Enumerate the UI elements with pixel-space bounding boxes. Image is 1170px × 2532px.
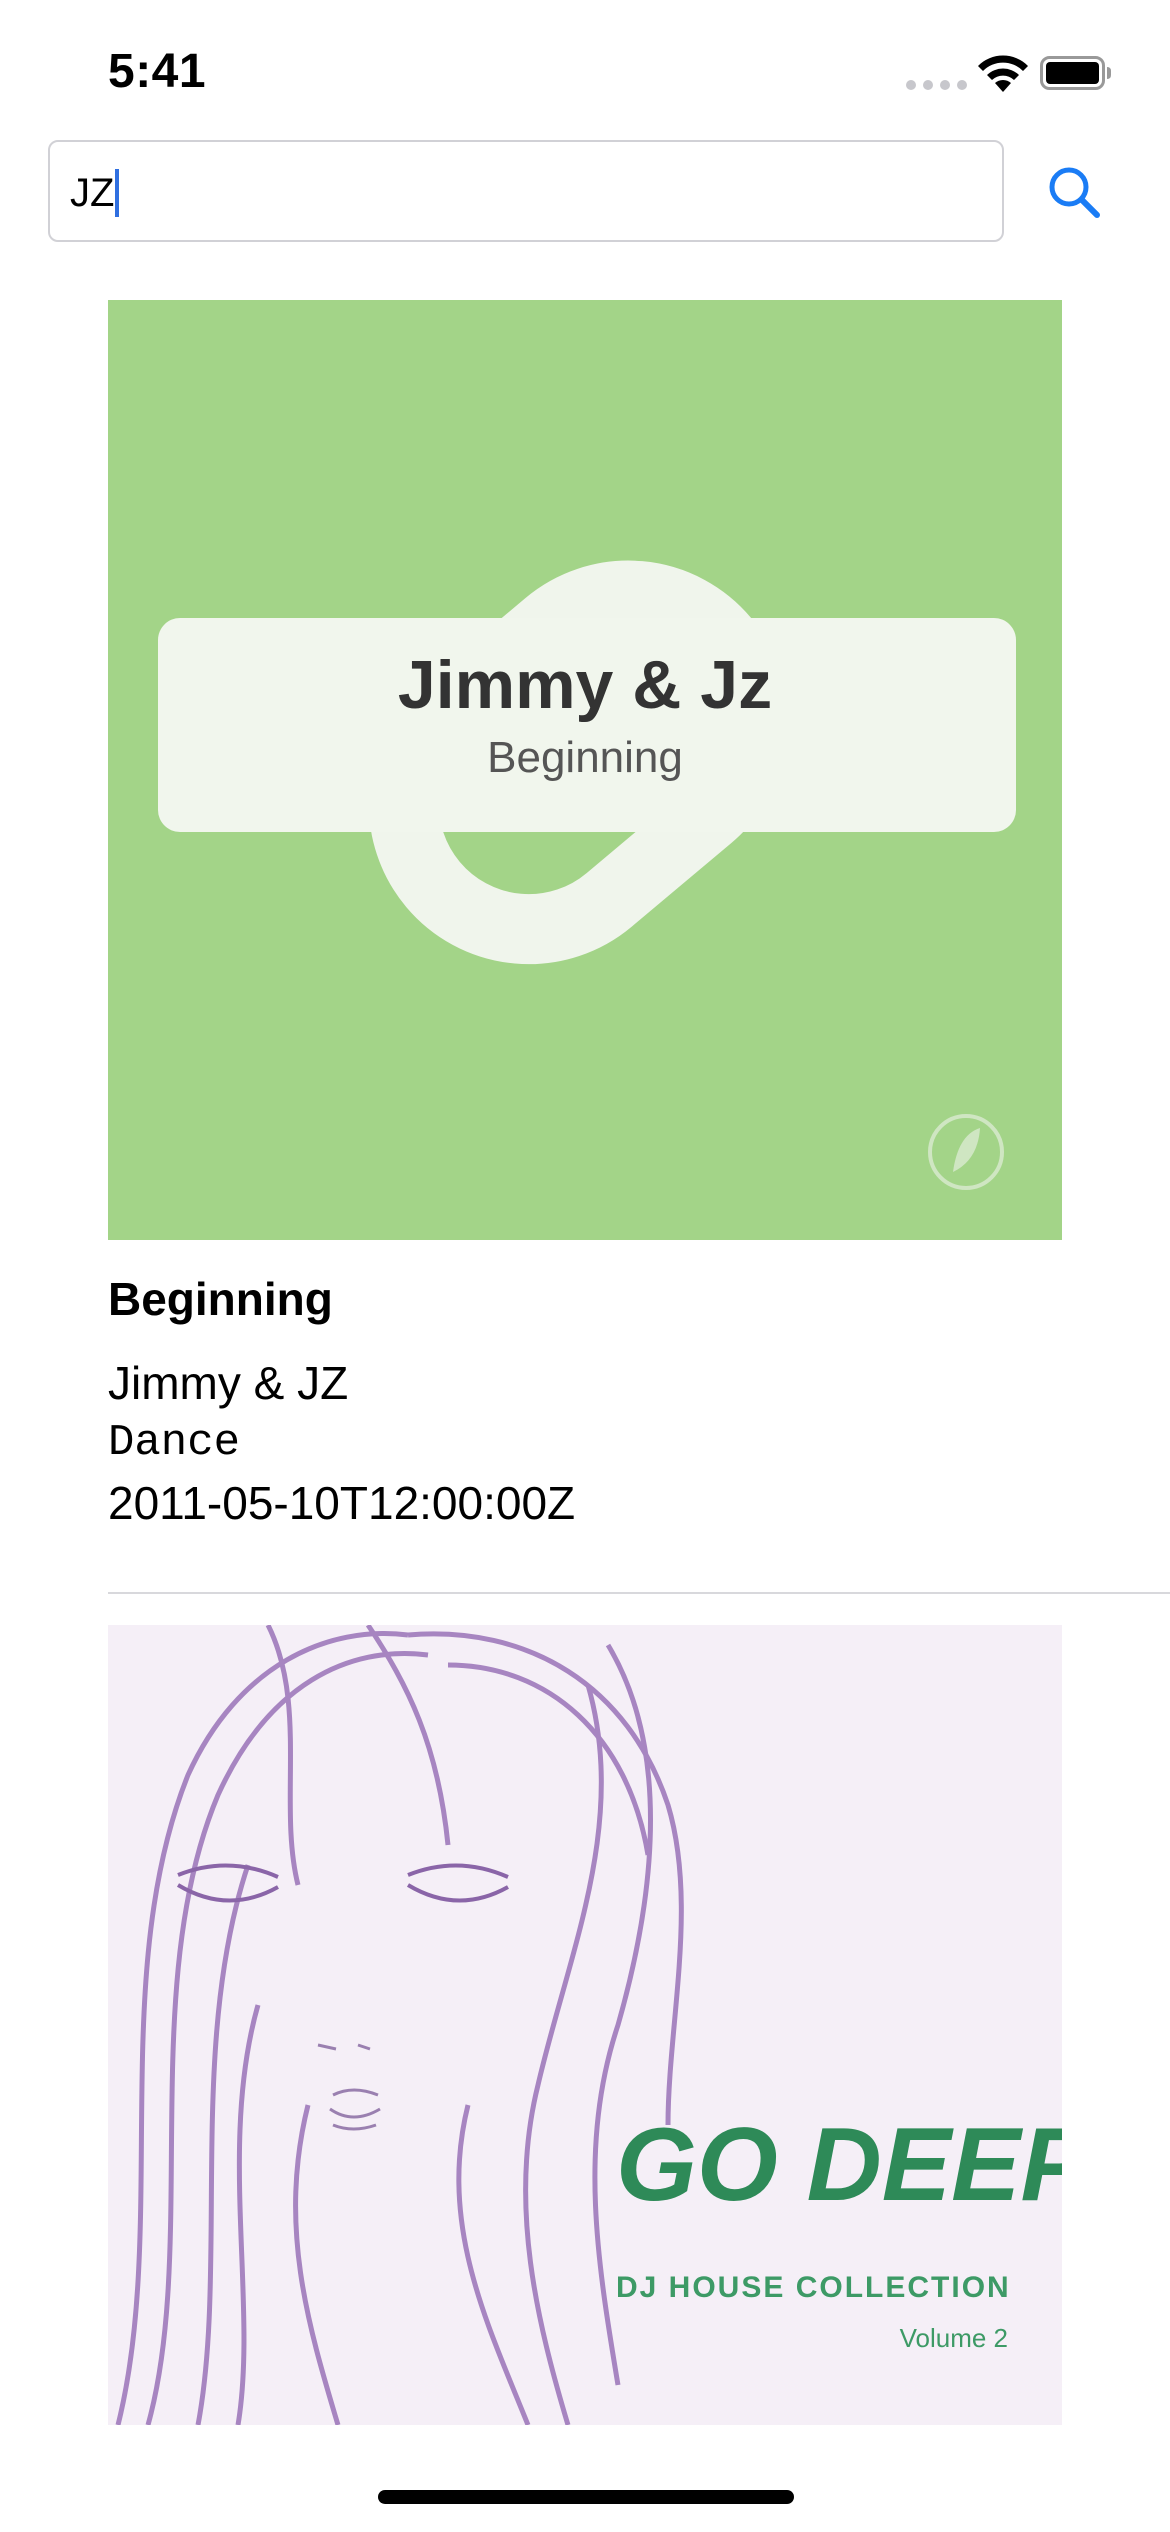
cellular-signal-icon — [906, 80, 967, 90]
home-indicator[interactable] — [378, 2490, 794, 2504]
album-artwork: GO DEEP DJ HOUSE COLLECTION Volume 2 — [108, 1625, 1062, 2425]
search-button[interactable] — [1042, 160, 1106, 224]
row-separator — [108, 1592, 1170, 1594]
release-date: 2011-05-10T12:00:00Z — [108, 1477, 576, 1529]
artwork-subtitle: DJ HOUSE COLLECTION — [616, 2271, 1011, 2304]
search-field[interactable]: JZ — [48, 140, 1004, 242]
wifi-icon — [978, 55, 1028, 92]
artwork-volume: Volume 2 — [900, 2323, 1008, 2353]
artist-name: Jimmy & JZ — [108, 1357, 349, 1409]
search-input[interactable] — [50, 142, 1002, 240]
battery-icon — [1040, 56, 1111, 90]
album-artwork: Jimmy & Jz Beginning — [108, 300, 1062, 1240]
artwork-title: GO DEEP — [616, 2107, 1062, 2223]
artwork-subtitle: Beginning — [487, 733, 683, 782]
album-artwork-graphic: GO DEEP DJ HOUSE COLLECTION Volume 2 — [108, 1625, 1062, 2425]
search-icon — [1049, 167, 1100, 218]
track-name: Beginning — [108, 1273, 333, 1325]
status-time: 5:41 — [108, 45, 207, 98]
genre: Dance — [108, 1418, 241, 1468]
artwork-title: Jimmy & Jz — [398, 647, 772, 723]
album-artwork-graphic: Jimmy & Jz Beginning — [108, 300, 1062, 1240]
status-bar: 5:41 — [0, 0, 1170, 150]
